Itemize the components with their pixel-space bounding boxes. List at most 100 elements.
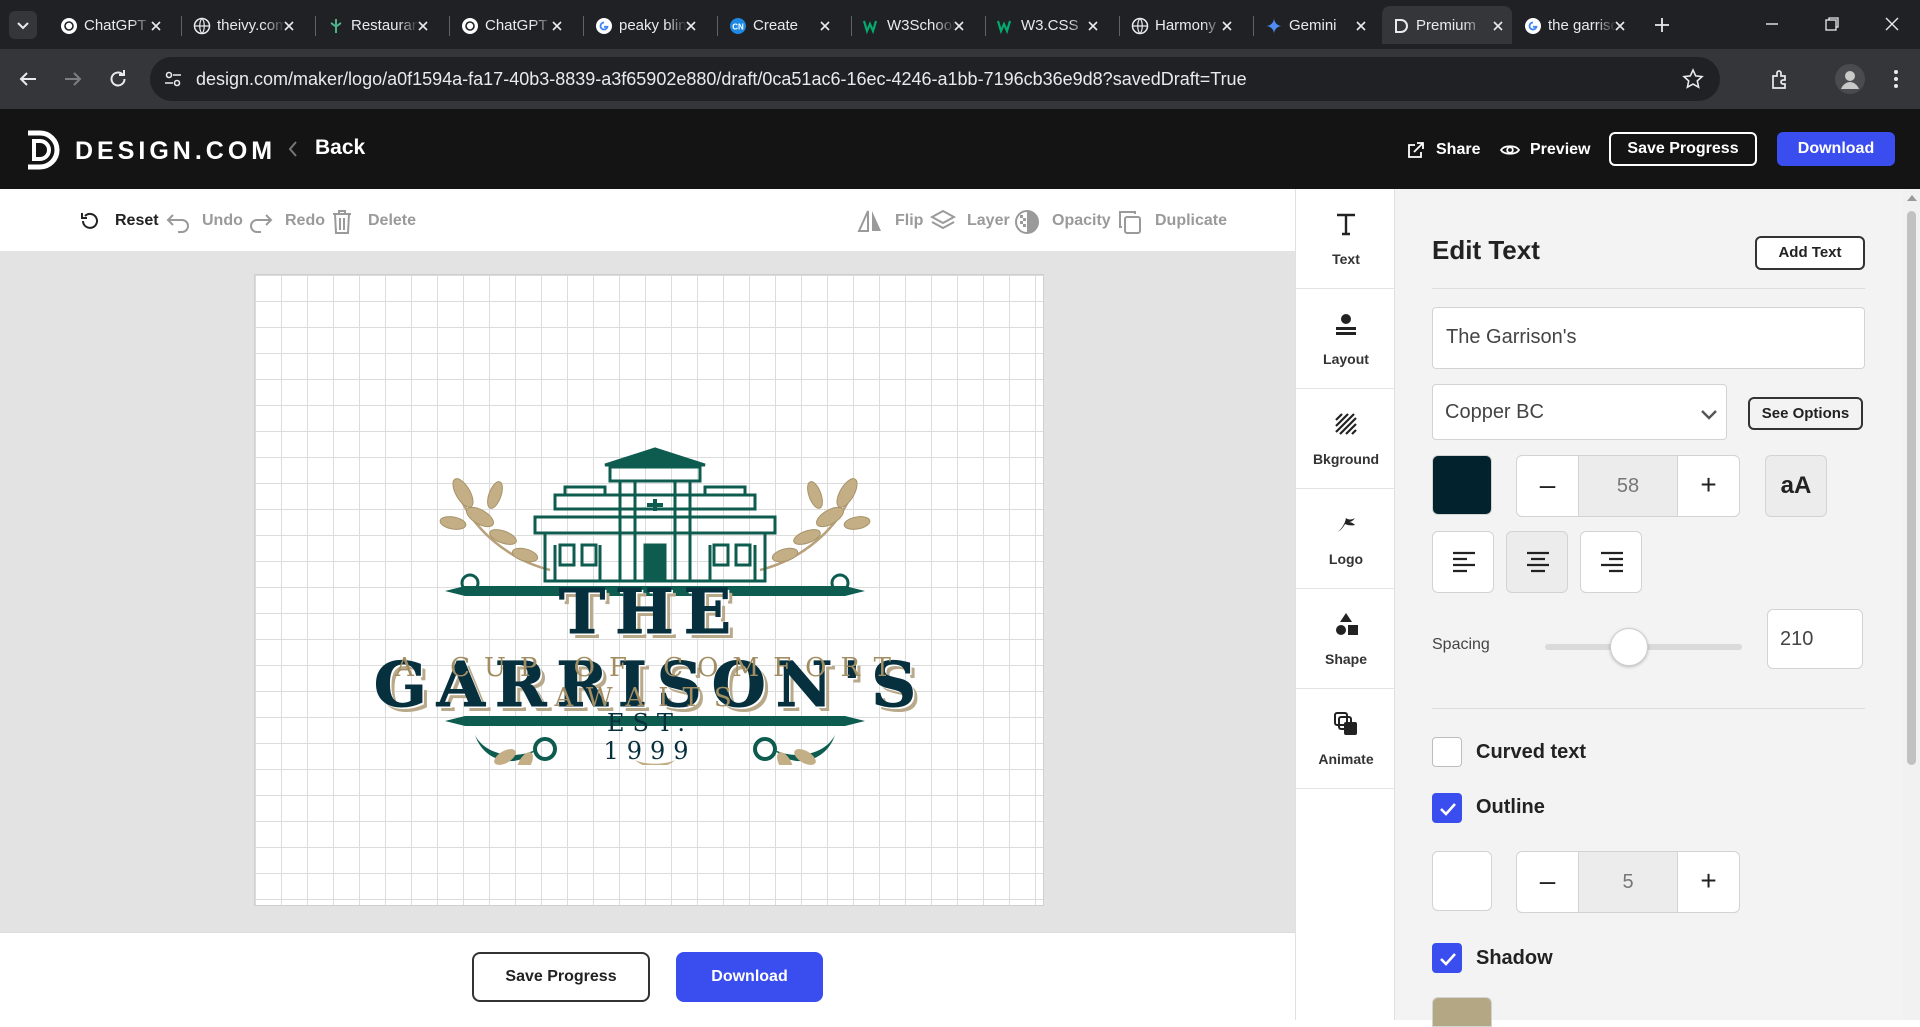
font-size-increase-button[interactable]: + — [1677, 456, 1739, 516]
profile-avatar-icon[interactable] — [1834, 63, 1866, 95]
minimize-icon[interactable] — [1760, 12, 1784, 36]
align-center-button[interactable] — [1506, 531, 1568, 593]
close-icon[interactable] — [1490, 18, 1506, 34]
save-progress-button[interactable]: Save Progress — [1609, 132, 1757, 166]
save-progress-bottom-button[interactable]: Save Progress — [472, 952, 650, 1002]
font-select[interactable]: Copper BC — [1432, 384, 1727, 440]
close-icon[interactable] — [1219, 18, 1235, 34]
address-bar[interactable]: design.com/maker/logo/a0f1594a-fa17-40b3… — [150, 57, 1720, 101]
close-icon[interactable] — [1612, 18, 1628, 34]
download-button[interactable]: Download — [1777, 132, 1895, 166]
browser-tab[interactable]: the garrison — [1514, 6, 1634, 44]
browser-tab[interactable]: ChatGPT — [451, 6, 571, 44]
rail-item-layout[interactable]: Layout — [1296, 289, 1396, 389]
rail-item-logo[interactable]: Logo — [1296, 489, 1396, 589]
logo-tagline-text[interactable]: A CUP OF COMFORT AWAITS — [315, 653, 985, 713]
panel-scrollbar[interactable] — [1903, 189, 1920, 1020]
layer-button[interactable]: Layer — [930, 207, 1010, 235]
duplicate-button[interactable]: Duplicate — [1117, 207, 1227, 235]
tab-divider — [315, 16, 316, 36]
restore-icon[interactable] — [1820, 12, 1844, 36]
design-com-logo-icon[interactable] — [22, 129, 62, 171]
close-icon[interactable] — [148, 18, 164, 34]
forward-arrow-icon[interactable] — [61, 67, 85, 91]
preview-button[interactable]: Preview — [1500, 134, 1590, 166]
back-arrow-icon[interactable] — [16, 67, 40, 91]
font-size-decrease-button[interactable]: – — [1517, 456, 1579, 516]
reset-button[interactable]: Reset — [78, 207, 159, 235]
align-right-button[interactable] — [1580, 531, 1642, 593]
extensions-icon[interactable] — [1768, 67, 1792, 91]
outline-size-value[interactable]: 5 — [1579, 852, 1677, 912]
outline-color-swatch[interactable] — [1432, 851, 1492, 911]
curved-text-label[interactable]: Curved text — [1476, 741, 1586, 764]
opacity-button[interactable]: Opacity — [1014, 207, 1111, 235]
new-tab-icon[interactable] — [1652, 15, 1672, 35]
font-size-value[interactable]: 58 — [1579, 456, 1677, 516]
rail-item-shape[interactable]: Shape — [1296, 589, 1396, 689]
canvas-area[interactable]: THE GARRISON'S A CUP OF COMFORT AWAITS E… — [0, 252, 1295, 932]
text-content-input[interactable]: The Garrison's — [1432, 307, 1865, 369]
curved-text-checkbox[interactable] — [1432, 737, 1462, 767]
browser-tab[interactable]: W3Schools — [853, 6, 973, 44]
outline-checkbox[interactable] — [1432, 793, 1462, 823]
text-case-button[interactable]: aA — [1765, 455, 1827, 517]
tab-title: Gemini — [1289, 17, 1337, 34]
close-icon[interactable] — [683, 18, 699, 34]
outline-decrease-button[interactable]: – — [1517, 852, 1579, 912]
close-icon[interactable] — [951, 18, 967, 34]
share-label: Share — [1436, 141, 1481, 158]
spacing-input[interactable]: 210 — [1767, 609, 1863, 669]
rail-item-background[interactable]: Bkground — [1296, 389, 1396, 489]
close-icon[interactable] — [415, 18, 431, 34]
text-color-swatch[interactable] — [1432, 455, 1492, 515]
chevron-down-icon — [17, 22, 29, 30]
rail-item-text[interactable]: Text — [1296, 189, 1396, 289]
browser-tab[interactable]: Harmony — [1121, 6, 1241, 44]
add-text-button[interactable]: Add Text — [1755, 236, 1865, 270]
tab-divider — [717, 16, 718, 36]
browser-tab[interactable]: peaky blinders — [585, 6, 705, 44]
scroll-up-arrow-icon[interactable] — [1907, 195, 1917, 201]
share-button[interactable]: Share — [1406, 134, 1480, 166]
browser-tab[interactable]: theivy.com — [183, 6, 303, 44]
browser-tab[interactable]: Gemini — [1255, 6, 1375, 44]
align-left-button[interactable] — [1432, 531, 1494, 593]
close-icon[interactable] — [817, 18, 833, 34]
shadow-label[interactable]: Shadow — [1476, 947, 1553, 970]
shadow-checkbox[interactable] — [1432, 943, 1462, 973]
delete-button[interactable]: Delete — [330, 207, 416, 235]
tab-title: theivy.com — [217, 17, 285, 34]
kebab-menu-icon[interactable] — [1884, 67, 1908, 91]
download-bottom-button[interactable]: Download — [676, 952, 823, 1002]
close-icon[interactable] — [1353, 18, 1369, 34]
browser-tab[interactable]: CN Create — [719, 6, 839, 44]
logo-artboard[interactable]: THE GARRISON'S A CUP OF COMFORT AWAITS E… — [254, 274, 1044, 906]
flip-button[interactable]: Flip — [857, 207, 923, 235]
window-close-icon[interactable] — [1880, 12, 1904, 36]
redo-button[interactable]: Redo — [248, 207, 325, 235]
tab-title: ChatGPT — [84, 17, 147, 34]
scrollbar-thumb[interactable] — [1907, 211, 1916, 765]
close-icon[interactable] — [1085, 18, 1101, 34]
shadow-color-swatch[interactable] — [1432, 997, 1492, 1027]
browser-tab[interactable]: W3.CSS — [987, 6, 1107, 44]
tab-search-button[interactable] — [9, 11, 37, 39]
outline-label[interactable]: Outline — [1476, 796, 1545, 819]
logo-established-text[interactable]: EST. 1999 — [555, 709, 745, 765]
eye-icon — [1500, 145, 1520, 155]
browser-tab-active[interactable]: Premium — [1382, 6, 1512, 44]
close-icon[interactable] — [549, 18, 565, 34]
reload-icon[interactable] — [106, 67, 130, 91]
spacing-slider-thumb[interactable] — [1610, 628, 1648, 666]
close-icon[interactable] — [281, 18, 297, 34]
browser-tab[interactable]: Restaurant — [317, 6, 437, 44]
url-text[interactable]: design.com/maker/logo/a0f1594a-fa17-40b3… — [196, 69, 1247, 90]
undo-button[interactable]: Undo — [165, 207, 243, 235]
bookmark-star-icon[interactable] — [1682, 68, 1704, 90]
outline-increase-button[interactable]: + — [1677, 852, 1739, 912]
site-info-icon[interactable] — [162, 68, 184, 90]
rail-item-animate[interactable]: Animate — [1296, 689, 1396, 789]
browser-tab[interactable]: ChatGPT — [50, 6, 170, 44]
see-options-button[interactable]: See Options — [1748, 397, 1863, 430]
